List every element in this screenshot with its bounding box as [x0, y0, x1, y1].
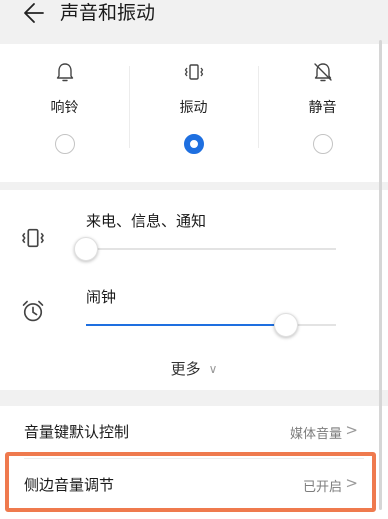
slider-fill: [86, 324, 286, 326]
volume-card: 来电、信息、通知 闹钟 更多 ∨: [0, 190, 388, 390]
call-volume-label: 来电、信息、通知: [86, 212, 207, 230]
chevron-down-icon: ∨: [208, 362, 218, 376]
call-volume-thumb[interactable]: [74, 237, 98, 261]
bell-off-icon: [313, 63, 332, 82]
mode-radio[interactable]: [312, 134, 333, 154]
alarm-volume-slider[interactable]: [86, 324, 336, 326]
mode-silent[interactable]: 静音: [258, 44, 387, 182]
header: 声音和振动: [0, 0, 388, 44]
mode-label: 静音: [308, 100, 337, 116]
call-volume-slider[interactable]: [86, 248, 336, 250]
alarm-volume-thumb[interactable]: [274, 313, 298, 337]
more-label: 更多: [170, 360, 201, 378]
row-value: 媒体音量: [289, 427, 342, 442]
row-label: 侧边音量调节: [24, 476, 115, 494]
page-title: 声音和振动: [60, 2, 156, 24]
chevron-right-icon: >: [345, 421, 358, 439]
row-value: 已开启: [302, 480, 342, 495]
vibrate-icon: [22, 228, 44, 248]
back-button[interactable]: [20, 0, 46, 26]
sound-mode-card: 响铃 振动 静音: [0, 44, 388, 182]
side-volume-row[interactable]: 侧边音量调节 已开启 >: [0, 459, 388, 511]
scrollbar[interactable]: [379, 40, 382, 510]
volume-key-default-row[interactable]: 音量键默认控制 媒体音量 >: [0, 406, 388, 459]
more-button[interactable]: 更多 ∨: [0, 358, 388, 379]
row-label: 音量键默认控制: [24, 423, 130, 441]
bell-icon: [56, 63, 73, 82]
arrow-left-icon: [24, 3, 44, 23]
settings-list: 音量键默认控制 媒体音量 > 侧边音量调节 已开启 >: [0, 406, 388, 519]
mode-radio[interactable]: [54, 134, 75, 154]
alarm-clock-icon: [22, 300, 44, 322]
chevron-right-icon: >: [345, 474, 358, 492]
mode-label: 响铃: [50, 100, 79, 116]
mode-ring[interactable]: 响铃: [0, 44, 129, 182]
alarm-volume-label: 闹钟: [86, 288, 117, 306]
mode-label: 振动: [179, 100, 208, 116]
mode-radio-selected[interactable]: [183, 134, 204, 154]
vibrate-icon: [184, 64, 203, 80]
mode-vibrate[interactable]: 振动: [129, 44, 258, 182]
